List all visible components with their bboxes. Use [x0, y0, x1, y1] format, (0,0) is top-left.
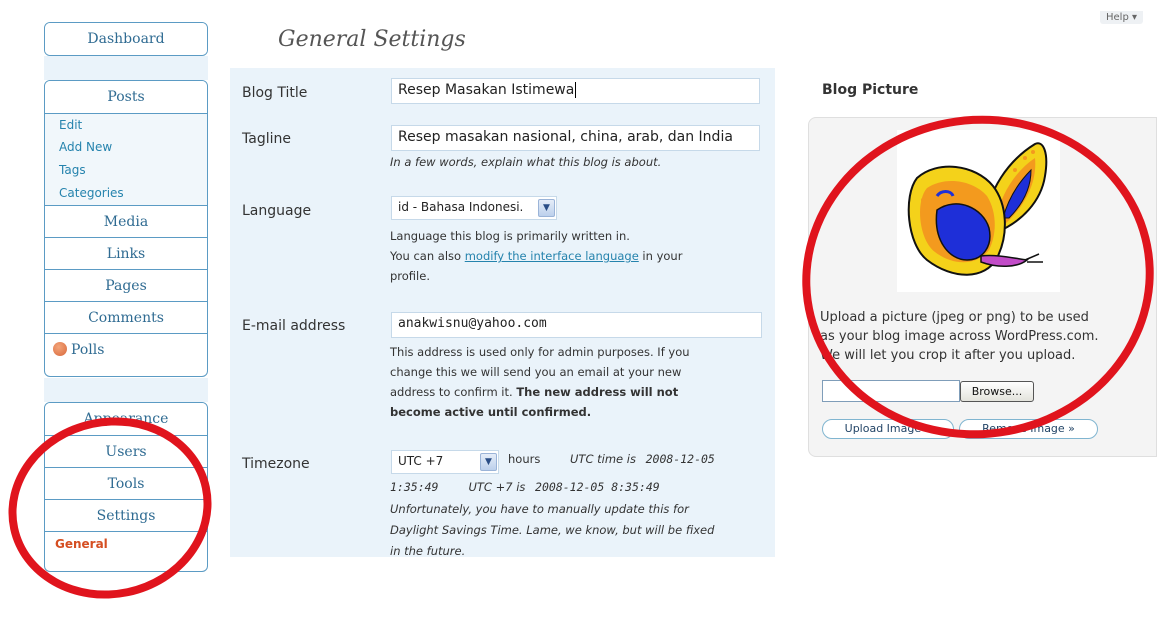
email-description-1: This address is used only for admin purp… — [390, 345, 690, 359]
timezone-select[interactable]: UTC +7 ▼ — [391, 450, 499, 474]
menu-spacer — [44, 56, 208, 80]
local-time-label: UTC +7 is — [468, 480, 526, 494]
email-description-2: change this we will send you an email at… — [390, 365, 682, 379]
language-desc-pre: You can also — [390, 249, 465, 263]
menu-item-links[interactable]: Links — [45, 237, 207, 269]
email-label: E-mail address — [242, 318, 346, 334]
timezone-desc-2-text: Daylight Savings Time. Lame, we know, bu… — [390, 523, 715, 537]
menu-item-polls-label: Polls — [71, 342, 105, 358]
submenu-item-add-new[interactable]: Add New — [45, 136, 207, 159]
timezone-label: Timezone — [242, 456, 310, 472]
menu-item-dashboard[interactable]: Dashboard — [45, 23, 207, 55]
submenu-item-categories[interactable]: Categories — [45, 182, 207, 205]
submenu-item-tags[interactable]: Tags — [45, 159, 207, 182]
utc-time-clock: 1:35:49 — [390, 480, 439, 494]
chevron-down-icon: ▼ — [538, 199, 555, 217]
blog-picture-title: Blog Picture — [822, 82, 919, 98]
menu-item-polls[interactable]: Polls — [45, 333, 207, 365]
tagline-description-text: In a few words, explain what this blog i… — [390, 155, 662, 169]
menu-item-comments[interactable]: Comments — [45, 301, 207, 333]
help-button[interactable]: Help ▾ — [1100, 11, 1144, 24]
timezone-desc-1-text: Unfortunately, you have to manually upda… — [390, 502, 689, 516]
language-label: Language — [242, 203, 312, 219]
page-title: General Settings — [278, 27, 466, 52]
email-description-4: become active until confirmed. — [390, 405, 592, 419]
menu-group-content: Posts Edit Add New Tags Categories Media… — [44, 80, 208, 377]
language-desc-post: in your — [638, 249, 683, 263]
timezone-desc-3-text: in the future. — [390, 544, 466, 558]
timezone-description-2: Daylight Savings Time. Lame, we know, bu… — [390, 520, 714, 540]
blog-title-label: Blog Title — [242, 85, 308, 101]
blog-title-value: Resep Masakan Istimewa — [398, 82, 575, 98]
email-desc-3-bold: The new address will not — [516, 385, 679, 399]
text-cursor — [575, 82, 577, 98]
utc-time-label: UTC time is — [570, 452, 636, 466]
polls-icon — [53, 342, 67, 356]
email-desc-3-text: address to confirm it. — [390, 385, 517, 399]
menu-item-media[interactable]: Media — [45, 205, 207, 237]
tagline-label: Tagline — [242, 131, 291, 147]
time-readout-line: 1:35:49 UTC +7 is 2008-12-05 8:35:49 — [390, 477, 660, 497]
language-value: id - Bahasa Indonesi. — [398, 200, 524, 214]
timezone-description-3: in the future. — [390, 541, 465, 561]
language-description-3: profile. — [390, 269, 430, 283]
email-description-3: address to confirm it. The new address w… — [390, 382, 678, 402]
utc-time-readout: UTC time is 2008-12-05 — [570, 449, 715, 469]
menu-item-posts[interactable]: Posts — [45, 81, 207, 113]
modify-interface-language-link[interactable]: modify the interface language — [465, 249, 639, 263]
chevron-down-icon: ▼ — [480, 453, 497, 471]
timezone-value: UTC +7 — [398, 454, 444, 468]
utc-time-date: 2008-12-05 — [645, 452, 715, 466]
menu-item-pages[interactable]: Pages — [45, 269, 207, 301]
tagline-description: In a few words, explain what this blog i… — [390, 152, 661, 172]
menu-spacer — [44, 378, 208, 402]
blog-title-input[interactable]: Resep Masakan Istimewa — [391, 78, 760, 104]
language-description-1: Language this blog is primarily written … — [390, 229, 630, 243]
language-description-2: You can also modify the interface langua… — [390, 246, 682, 266]
email-input[interactable]: anakwisnu@yahoo.com — [391, 312, 762, 338]
language-select[interactable]: id - Bahasa Indonesi. ▼ — [391, 196, 557, 220]
chevron-down-icon: ▾ — [1132, 12, 1138, 23]
timezone-hours: hours — [508, 452, 541, 466]
tagline-input[interactable]: Resep masakan nasional, china, arab, dan… — [391, 125, 760, 151]
menu-group-dashboard: Dashboard — [44, 22, 208, 56]
submenu-item-edit[interactable]: Edit — [45, 113, 207, 136]
help-label: Help — [1106, 12, 1129, 23]
local-time-value: 2008-12-05 8:35:49 — [535, 480, 660, 494]
timezone-description-1: Unfortunately, you have to manually upda… — [390, 499, 689, 519]
